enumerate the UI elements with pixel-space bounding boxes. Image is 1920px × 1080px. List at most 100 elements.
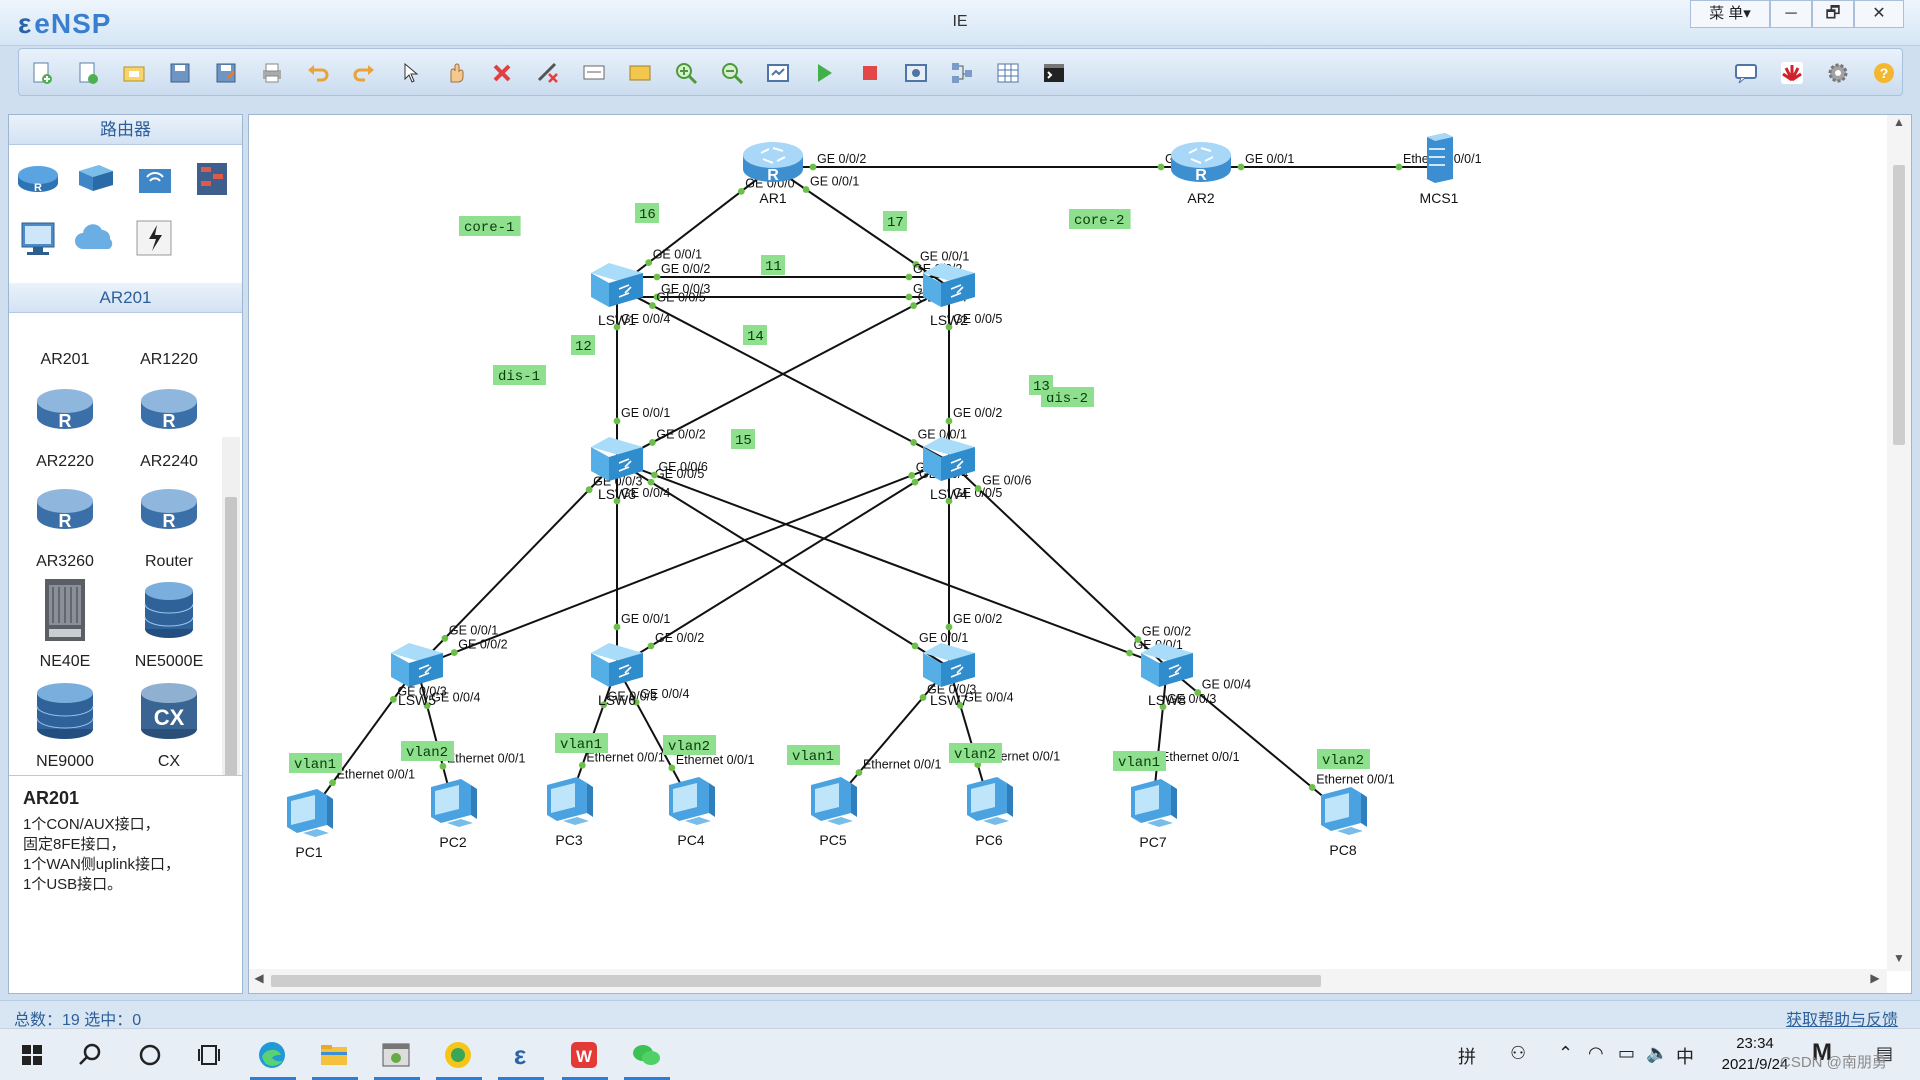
zoom-in-icon[interactable] — [673, 60, 699, 86]
people-icon[interactable]: ⚇ — [1510, 1043, 1526, 1064]
ime-mode-indicator[interactable]: 拼 — [1458, 1043, 1476, 1069]
switch-category-icon[interactable] — [73, 155, 119, 201]
link-number-tag[interactable]: 13 — [1029, 375, 1053, 395]
new-lab-icon[interactable] — [75, 60, 101, 86]
windows-start-icon[interactable] — [14, 1037, 50, 1073]
pan-hand-icon[interactable] — [443, 60, 469, 86]
link-number-tag[interactable]: 11 — [761, 255, 785, 275]
delete-icon[interactable] — [489, 60, 515, 86]
device-ar1[interactable]: AR1 — [742, 141, 804, 206]
area-tag[interactable]: vlan1 — [555, 733, 608, 753]
device-ar1220[interactable]: AR1220 — [117, 319, 221, 371]
zoom-out-icon[interactable] — [719, 60, 745, 86]
link-ar1-ar2[interactable]: GE 0/0/2GE 0/0/0 — [773, 152, 1214, 171]
rectangle-icon[interactable] — [627, 60, 653, 86]
topology-icon[interactable] — [949, 60, 975, 86]
device-lsw7[interactable]: LSW7 — [922, 642, 976, 708]
console-icon[interactable] — [1041, 60, 1067, 86]
message-icon[interactable] — [1733, 60, 1759, 86]
device-mcs1[interactable]: MCS1 — [1420, 132, 1459, 206]
maximize-button[interactable]: 🗗 — [1812, 0, 1854, 28]
device-lsw3[interactable]: LSW3 — [590, 436, 644, 502]
wps-office-icon[interactable]: W — [566, 1037, 602, 1073]
link-line[interactable] — [948, 460, 1168, 668]
device-lsw2[interactable]: LSW2 — [922, 262, 976, 328]
close-button[interactable]: ✕ — [1854, 0, 1904, 28]
main-menu-button[interactable]: 菜 单▾ — [1690, 0, 1770, 28]
router-category-icon[interactable]: R — [15, 155, 61, 201]
pc-category-icon[interactable] — [15, 215, 61, 261]
volume-icon[interactable]: 🔈 — [1646, 1043, 1668, 1064]
delete-link-icon[interactable] — [535, 60, 561, 86]
task-view-icon[interactable] — [192, 1037, 228, 1073]
wifi-icon[interactable]: ◠ — [1588, 1043, 1604, 1064]
link-number-tag[interactable]: 12 — [571, 335, 595, 355]
device-ne40e[interactable]: NE40E — [13, 573, 117, 673]
wechat-icon[interactable] — [628, 1037, 664, 1073]
topology-canvas[interactable]: R GE 0/0/2GE 0/0/0GE 0/0/1Ethernet 0/0/1… — [249, 115, 1887, 971]
tray-expand-icon[interactable]: ⌃ — [1558, 1043, 1573, 1064]
link-category-icon[interactable] — [131, 215, 177, 261]
new-topology-icon[interactable] — [29, 60, 55, 86]
link-lsw1-lsw2[interactable]: GE 0/0/2GE 0/0/2 — [617, 262, 962, 281]
minimize-button[interactable]: ─ — [1770, 0, 1812, 28]
device-pc2[interactable]: PC2 — [431, 779, 477, 850]
canvas-vscroll-thumb[interactable] — [1893, 165, 1905, 445]
open-icon[interactable] — [121, 60, 147, 86]
text-note-icon[interactable] — [581, 60, 607, 86]
area-tag[interactable]: vlan2 — [949, 743, 1002, 763]
fit-view-icon[interactable] — [765, 60, 791, 86]
firewall-category-icon[interactable] — [189, 155, 235, 201]
palette-scroll-thumb[interactable] — [225, 497, 237, 797]
save-icon[interactable] — [167, 60, 193, 86]
search-icon[interactable] — [72, 1037, 108, 1073]
device-pc5[interactable]: PC5 — [811, 777, 857, 848]
device-lsw1[interactable]: LSW1 — [590, 262, 644, 328]
stop-device-icon[interactable] — [857, 60, 883, 86]
device-pc1[interactable]: PC1 — [287, 789, 333, 860]
help-icon[interactable]: ? — [1871, 60, 1897, 86]
device-ne9000[interactable]: NE9000 — [13, 673, 117, 773]
undo-icon[interactable] — [305, 60, 331, 86]
area-tag[interactable]: vlan1 — [289, 753, 342, 773]
cloud-category-icon[interactable] — [73, 215, 119, 261]
scroll-right-icon[interactable]: ▶ — [1865, 971, 1885, 991]
device-ar2[interactable]: AR2 — [1170, 141, 1232, 206]
device-lsw8[interactable]: LSW8 — [1140, 642, 1194, 708]
canvas-vertical-scrollbar[interactable]: ▲ ▼ — [1887, 115, 1911, 971]
device-lsw4[interactable]: LSW4 — [922, 436, 976, 502]
device-ar2240[interactable]: R AR2240 — [117, 373, 221, 473]
huawei-logo-icon[interactable] — [1779, 60, 1805, 86]
print-icon[interactable] — [259, 60, 285, 86]
device-pc6[interactable]: PC6 — [967, 777, 1013, 848]
browser-app-icon[interactable] — [440, 1037, 476, 1073]
link-number-tag[interactable]: 15 — [731, 429, 755, 449]
area-tag[interactable]: core-1 — [459, 216, 521, 236]
edge-browser-icon[interactable] — [254, 1037, 290, 1073]
device-ar3260[interactable]: R AR3260 — [13, 473, 117, 573]
device-ar201[interactable]: AR201 — [13, 319, 117, 371]
device-pc8[interactable]: PC8 — [1321, 787, 1367, 858]
scroll-up-icon[interactable]: ▲ — [1887, 115, 1911, 135]
ensp-taskbar-icon[interactable]: ε — [502, 1037, 538, 1073]
settings-gear-icon[interactable] — [1825, 60, 1851, 86]
grid-icon[interactable] — [995, 60, 1021, 86]
area-tag[interactable]: vlan1 — [1113, 751, 1166, 771]
area-tag[interactable]: vlan2 — [1317, 749, 1370, 769]
canvas-horizontal-scrollbar[interactable]: ◀ ▶ — [249, 969, 1887, 993]
ime-language-indicator[interactable]: 中 — [1676, 1043, 1694, 1069]
link-number-tag[interactable]: 16 — [635, 203, 659, 223]
area-tag[interactable]: vlan2 — [401, 741, 454, 761]
device-ar2220[interactable]: R AR2220 — [13, 373, 117, 473]
scroll-left-icon[interactable]: ◀ — [249, 971, 269, 991]
device-lsw6[interactable]: LSW6 — [590, 642, 644, 708]
area-tag[interactable]: vlan1 — [787, 745, 840, 765]
device-lsw5[interactable]: LSW5 — [390, 642, 444, 708]
link-line[interactable] — [1166, 666, 1344, 814]
battery-icon[interactable]: ▭ — [1618, 1043, 1635, 1064]
cortana-icon[interactable] — [132, 1037, 168, 1073]
area-tag[interactable]: dis-1 — [493, 365, 546, 385]
device-cx[interactable]: CX CX — [117, 673, 221, 773]
device-pc7[interactable]: PC7 — [1131, 779, 1177, 850]
link-lsw8-pc8[interactable]: GE 0/0/4 Ethernet 0/0/1 — [1166, 666, 1395, 814]
